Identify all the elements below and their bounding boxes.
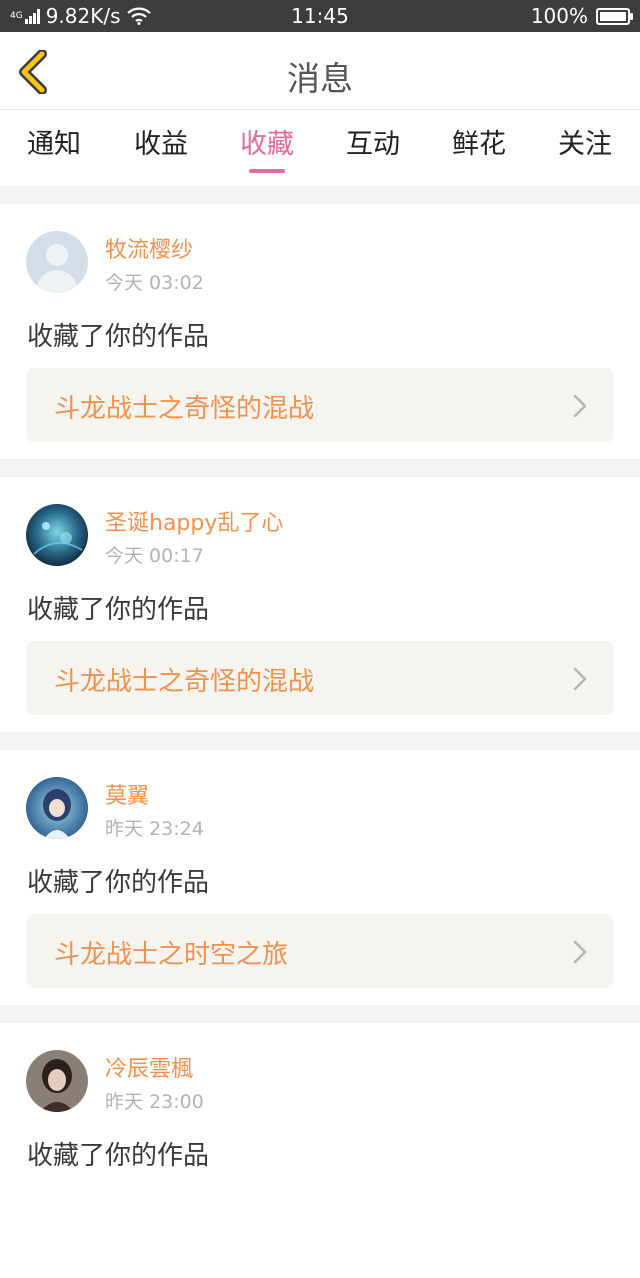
battery-icon: [596, 7, 633, 25]
message-card: 圣诞happy乱了心 今天 00:17 收藏了你的作品 斗龙战士之奇怪的混战: [0, 477, 640, 732]
message-card: 莫翼 昨天 23:24 收藏了你的作品 斗龙战士之时空之旅: [0, 750, 640, 1005]
status-bar: 4G 9.82K/s 11:45 100%: [0, 0, 640, 32]
message-time: 昨天 23:00: [105, 1091, 204, 1113]
username[interactable]: 冷辰雲楓: [105, 1051, 193, 1083]
tab-label: 关注: [558, 129, 612, 160]
work-link[interactable]: 斗龙战士之奇怪的混战: [27, 368, 613, 442]
tab-follows[interactable]: 关注: [532, 122, 638, 161]
tab-label: 通知: [27, 129, 81, 160]
tab-notifications[interactable]: 通知: [1, 122, 107, 161]
work-link[interactable]: 斗龙战士之奇怪的混战: [27, 641, 613, 715]
user-avatar[interactable]: [26, 504, 88, 566]
message-action: 收藏了你的作品: [27, 1141, 210, 1171]
work-title: 斗龙战士之奇怪的混战: [54, 667, 315, 697]
tab-label: 收藏: [240, 129, 294, 160]
tab-label: 互动: [346, 129, 400, 160]
tab-favorites[interactable]: 收藏: [214, 122, 320, 173]
tab-active-indicator: [249, 169, 285, 173]
battery-percent: 100%: [530, 4, 588, 28]
tab-earnings[interactable]: 收益: [108, 122, 214, 161]
message-action: 收藏了你的作品: [27, 322, 210, 352]
message-time: 昨天 23:24: [105, 818, 204, 840]
chevron-right-icon: [573, 667, 587, 691]
message-card: 冷辰雲楓 昨天 23:00 收藏了你的作品: [0, 1023, 640, 1278]
message-time: 今天 00:17: [105, 545, 204, 567]
message-action: 收藏了你的作品: [27, 868, 210, 898]
tab-interactions[interactable]: 互动: [320, 122, 426, 161]
default-avatar-icon[interactable]: [26, 231, 88, 293]
username[interactable]: 圣诞happy乱了心: [105, 505, 283, 537]
work-link[interactable]: 斗龙战士之时空之旅: [27, 914, 613, 988]
status-right: 100%: [530, 4, 633, 28]
tab-label: 收益: [134, 129, 188, 160]
tab-flowers[interactable]: 鲜花: [426, 122, 532, 161]
message-time: 今天 03:02: [105, 272, 204, 294]
message-card: 牧流樱纱 今天 03:02 收藏了你的作品 斗龙战士之奇怪的混战: [0, 204, 640, 459]
user-avatar[interactable]: [26, 1050, 88, 1112]
user-avatar[interactable]: [26, 777, 88, 839]
username[interactable]: 牧流樱纱: [105, 232, 193, 264]
chevron-right-icon: [573, 394, 587, 418]
chevron-right-icon: [573, 940, 587, 964]
work-title: 斗龙战士之奇怪的混战: [54, 394, 315, 424]
work-title: 斗龙战士之时空之旅: [54, 940, 289, 970]
tab-bar: 通知 收益 收藏 互动 鲜花 关注: [0, 110, 640, 186]
nav-header: 消息: [0, 32, 640, 110]
page-title: 消息: [287, 59, 353, 98]
tab-label: 鲜花: [452, 129, 506, 160]
username[interactable]: 莫翼: [105, 778, 149, 810]
message-action: 收藏了你的作品: [27, 595, 210, 625]
